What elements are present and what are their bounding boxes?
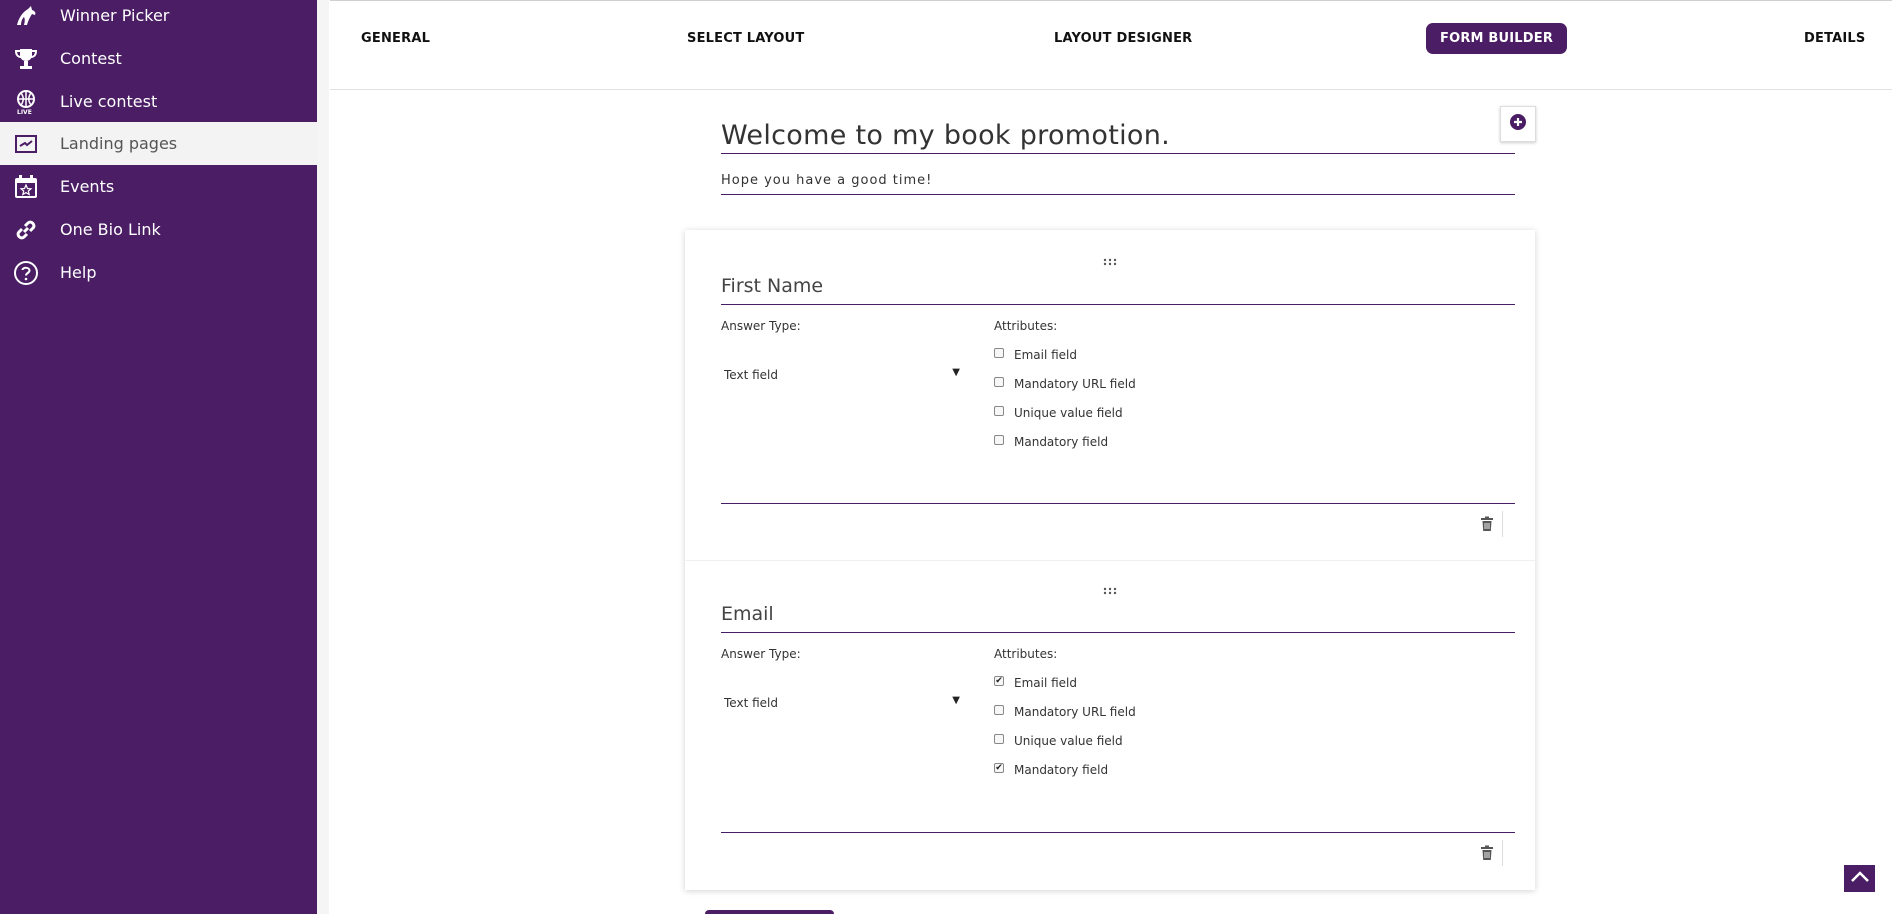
dropdown-arrow-icon: ▼ bbox=[952, 367, 960, 378]
landing-page-icon bbox=[12, 130, 40, 158]
form-subtitle-input[interactable]: Hope you have a good time! bbox=[721, 173, 1515, 195]
dropdown-arrow-icon: ▼ bbox=[952, 695, 960, 706]
wizard-steps: GENERAL SELECT LAYOUT LAYOUT DESIGNER FO… bbox=[330, 0, 1892, 90]
answer-type-label: Answer Type: bbox=[721, 647, 801, 661]
save-button[interactable] bbox=[705, 910, 834, 914]
sidebar-item-live-contest[interactable]: LIVE Live contest bbox=[0, 80, 317, 123]
attribute-label: Email field bbox=[1014, 348, 1077, 362]
sidebar-item-label: Help bbox=[60, 263, 97, 282]
svg-text:LIVE: LIVE bbox=[17, 109, 32, 115]
field-divider bbox=[721, 503, 1515, 504]
unique-value-checkbox[interactable] bbox=[994, 406, 1004, 416]
scroll-to-top-button[interactable] bbox=[1844, 865, 1875, 892]
form-field-block: First Name Answer Type: Attributes: Text… bbox=[685, 230, 1535, 560]
answer-type-label: Answer Type: bbox=[721, 319, 801, 333]
tab-select-layout[interactable]: SELECT LAYOUT bbox=[687, 31, 804, 46]
link-icon bbox=[12, 216, 40, 244]
attribute-label: Mandatory field bbox=[1014, 435, 1109, 449]
help-circle-icon bbox=[12, 259, 40, 287]
answer-type-select[interactable]: Text field ▼ bbox=[721, 692, 964, 714]
sidebar-item-contest[interactable]: Contest bbox=[0, 37, 317, 80]
form-field-block: Email Answer Type: Attributes: Text fiel… bbox=[685, 560, 1535, 890]
sidebar-item-one-bio-link[interactable]: One Bio Link bbox=[0, 208, 317, 251]
tab-details[interactable]: DETAILS bbox=[1804, 31, 1865, 46]
attribute-label: Mandatory URL field bbox=[1014, 705, 1136, 719]
field-divider bbox=[721, 832, 1515, 833]
answer-type-value: Text field bbox=[724, 696, 778, 710]
email-field-checkbox[interactable]: ✔ bbox=[994, 676, 1004, 686]
attribute-label: Mandatory field bbox=[1014, 763, 1109, 777]
tab-layout-designer[interactable]: LAYOUT DESIGNER bbox=[1054, 31, 1192, 46]
trash-icon[interactable] bbox=[1480, 845, 1494, 861]
answer-type-select[interactable]: Text field ▼ bbox=[721, 364, 964, 386]
live-globe-icon: LIVE bbox=[12, 88, 40, 116]
answer-type-value: Text field bbox=[724, 368, 778, 382]
chevron-up-icon bbox=[1850, 869, 1870, 888]
sidebar-item-winner-picker[interactable]: Winner Picker bbox=[0, 0, 317, 37]
sidebar-item-label: Landing pages bbox=[60, 134, 178, 153]
attributes-label: Attributes: bbox=[994, 647, 1058, 661]
attribute-label: Unique value field bbox=[1014, 734, 1123, 748]
sidebar-item-events[interactable]: Events bbox=[0, 165, 317, 208]
question-title-input[interactable]: Email bbox=[721, 603, 1515, 633]
trash-icon[interactable] bbox=[1480, 516, 1494, 532]
calendar-star-icon bbox=[12, 173, 40, 201]
drag-handle-icon[interactable] bbox=[1103, 580, 1117, 595]
question-title-input[interactable]: First Name bbox=[721, 275, 1515, 305]
form-fields-card: First Name Answer Type: Attributes: Text… bbox=[685, 230, 1535, 890]
add-field-button[interactable] bbox=[1500, 106, 1536, 142]
sidebar-item-help[interactable]: Help bbox=[0, 251, 317, 294]
main-gutter bbox=[317, 0, 329, 914]
mandatory-checkbox[interactable]: ✔ bbox=[994, 763, 1004, 773]
trophy-icon bbox=[12, 45, 40, 73]
sidebar-item-label: Events bbox=[60, 177, 115, 196]
unique-value-checkbox[interactable] bbox=[994, 734, 1004, 744]
tab-general[interactable]: GENERAL bbox=[361, 31, 430, 46]
mandatory-url-checkbox[interactable] bbox=[994, 705, 1004, 715]
plus-circle-icon bbox=[1509, 113, 1527, 135]
vertical-separator bbox=[1502, 511, 1503, 537]
drag-handle-icon[interactable] bbox=[1103, 251, 1117, 266]
vertical-separator bbox=[1502, 840, 1503, 866]
mandatory-checkbox[interactable] bbox=[994, 435, 1004, 445]
sidebar: Winner Picker Contest LIVE Live contest … bbox=[0, 0, 317, 914]
attributes-label: Attributes: bbox=[994, 319, 1058, 333]
attribute-label: Email field bbox=[1014, 676, 1077, 690]
form-title-input[interactable]: Welcome to my book promotion. bbox=[721, 120, 1515, 154]
attribute-label: Mandatory URL field bbox=[1014, 377, 1136, 391]
sidebar-item-label: Winner Picker bbox=[60, 6, 170, 25]
sidebar-item-label: Contest bbox=[60, 49, 122, 68]
email-field-checkbox[interactable] bbox=[994, 348, 1004, 358]
tab-form-builder[interactable]: FORM BUILDER bbox=[1426, 23, 1568, 54]
sidebar-item-label: One Bio Link bbox=[60, 220, 161, 239]
sidebar-item-label: Live contest bbox=[60, 92, 158, 111]
sidebar-item-landing-pages[interactable]: Landing pages bbox=[0, 122, 317, 165]
attribute-label: Unique value field bbox=[1014, 406, 1123, 420]
winner-picker-icon bbox=[12, 2, 40, 30]
mandatory-url-checkbox[interactable] bbox=[994, 377, 1004, 387]
